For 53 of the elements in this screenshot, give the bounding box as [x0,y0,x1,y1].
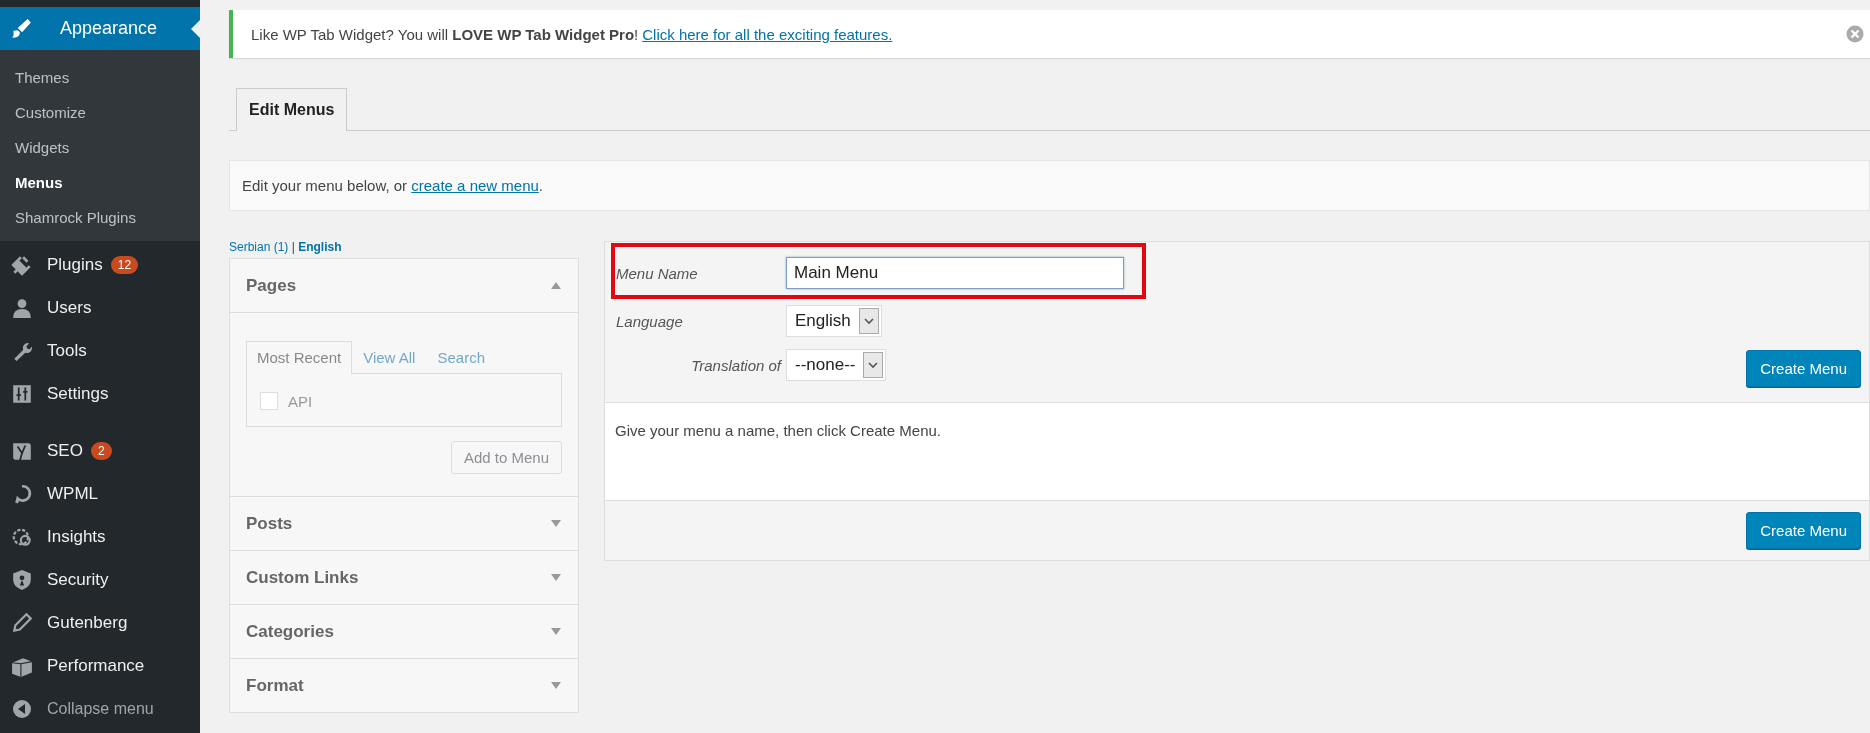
collapse-menu-button[interactable]: Collapse menu [0,687,200,730]
sliders-icon [11,382,33,405]
caret-icon [858,308,879,334]
submenu-item[interactable]: Shamrock Plugins [0,200,200,235]
sidebar-item[interactable]: Settings [0,372,200,415]
sidebar-item[interactable]: Users [0,286,200,329]
close-icon[interactable] [1846,25,1864,43]
intro-text: Edit your menu below, or create a new menu. [242,177,543,194]
notice-text: Like WP Tab Widget? You will LOVE WP Tab Widget Pro! Click here for all the exciting features. [251,25,893,43]
create-menu-link[interactable]: create a new menu [411,177,539,194]
field-label: Translation of [690,356,783,374]
current-pointer-icon [191,19,200,38]
dropdown[interactable]: --none-- [786,349,887,381]
person-icon [11,296,33,319]
create-menu-button[interactable]: Create Menu [1746,512,1861,549]
sidebar-item[interactable]: Tools [0,329,200,372]
field-label: Language [616,312,684,330]
sidebar-item[interactable]: Performance [0,644,200,687]
submenu-item[interactable]: Customize [0,95,200,130]
sidebar-item[interactable]: SEO 2 [0,429,200,472]
language-link[interactable]: English [298,240,342,254]
caret-icon [863,352,884,378]
accordion-header[interactable]: Pages [230,259,578,312]
sidebar-item[interactable]: Security [0,558,200,601]
create-menu-button[interactable]: Create Menu [1746,350,1861,387]
tab[interactable]: Most Recent [246,341,353,374]
accordion-header[interactable]: Posts [230,497,578,550]
count-badge: 12 [110,255,139,274]
checkbox-label: API [288,392,313,410]
menu-name-field[interactable]: Main Menu [786,257,1124,289]
language-link[interactable]: Serbian (1) [229,240,289,254]
features-link[interactable]: Click here for all the exciting features. [642,25,893,43]
tab[interactable]: Edit Menus [236,88,348,131]
separator-text: | [291,240,295,254]
sidebar-item[interactable]: WPML [0,472,200,515]
submenu-item[interactable]: Themes [0,60,200,95]
count-badge: 2 [90,441,112,460]
shield-icon [11,568,33,591]
paintbrush-icon [10,17,32,40]
sidebar-item[interactable]: Appearance [0,7,200,50]
submenu-item[interactable]: Menus [0,165,200,200]
field-label: Menu Name [616,264,699,282]
accordion-header[interactable]: Custom Links [230,551,578,604]
accordion-header[interactable]: Format [230,659,578,712]
pencil-icon [11,611,33,634]
dropdown[interactable]: English [786,305,882,337]
sidebar-item[interactable]: Insights [0,515,200,558]
sidebar-item[interactable]: Gutenberg [0,601,200,644]
accordion-header[interactable]: Categories [230,605,578,658]
instruction-text: Give your menu a name, then click Create Menu. [615,422,941,439]
submenu-item[interactable]: Widgets [0,130,200,165]
sidebar-item[interactable]: Plugins 12 [0,243,200,286]
checkbox[interactable] [260,392,278,410]
